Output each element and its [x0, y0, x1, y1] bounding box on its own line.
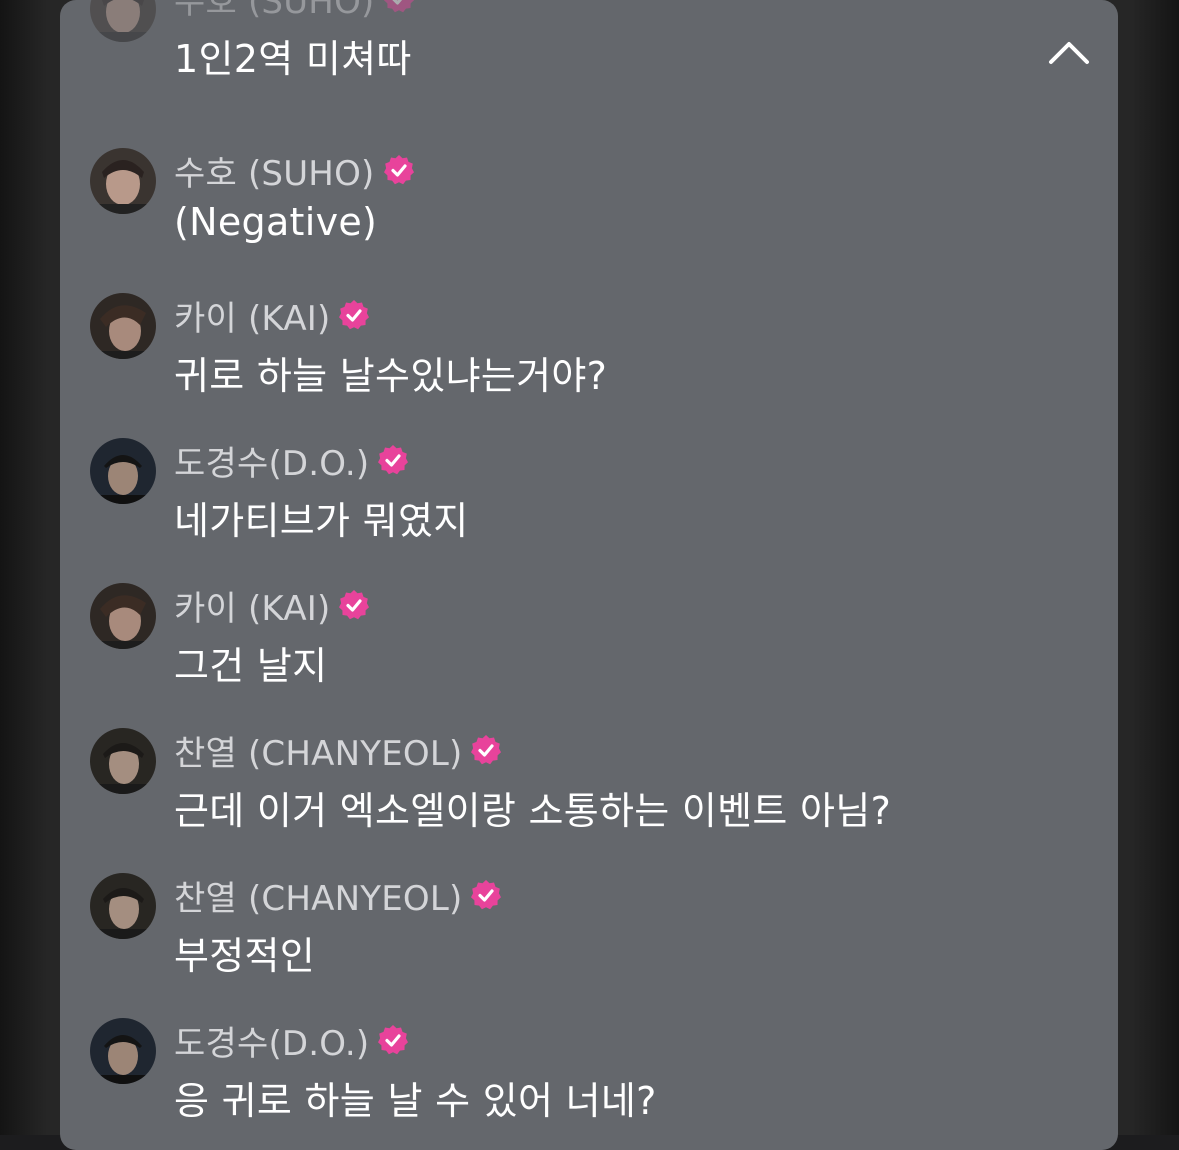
message-text: 그건 날지	[174, 644, 328, 688]
author-name[interactable]: 찬열 (CHANYEOL)	[174, 726, 462, 775]
verified-badge-icon	[339, 300, 370, 330]
verified-badge-icon	[471, 735, 502, 765]
message-text: 근데 이거 엑소엘이랑 소통하는 이벤트 아님?	[174, 789, 892, 833]
author-name[interactable]: 카이 (KAI)	[174, 291, 330, 340]
avatar-chanyeol[interactable]	[90, 728, 156, 794]
message-text: 네가티브가 뭐였지	[174, 499, 469, 543]
chat-message: 카이 (KAI) 그건 날지	[90, 583, 1090, 723]
avatar-kai[interactable]	[90, 583, 156, 649]
avatar-chanyeol[interactable]	[90, 873, 156, 939]
chat-message: 찬열 (CHANYEOL) 부정적인	[90, 873, 1090, 1013]
message-text: 1인2역 미쳐따	[174, 37, 412, 81]
avatar-do[interactable]	[90, 1018, 156, 1084]
verified-badge-icon	[339, 590, 370, 620]
author-name[interactable]: 수호 (SUHO)	[174, 0, 375, 23]
chat-message: 도경수(D.O.) 응 귀로 하늘 날 수 있어 너네?	[90, 1018, 1090, 1150]
verified-badge-icon	[378, 445, 409, 475]
avatar-kai[interactable]	[90, 293, 156, 359]
message-text: 부정적인	[174, 934, 316, 978]
author-name[interactable]: 수호 (SUHO)	[174, 146, 375, 195]
avatar-do[interactable]	[90, 438, 156, 504]
verified-badge-icon	[471, 880, 502, 910]
verified-badge-icon	[383, 155, 414, 185]
verified-badge-icon	[378, 1025, 409, 1055]
chat-panel[interactable]: 수호 (SUHO) 1인2역 미쳐따 수호 (SUHO) (Negative) …	[60, 0, 1118, 1150]
chat-message: 카이 (KAI) 귀로 하늘 날수있냐는거야?	[90, 293, 1090, 433]
author-name[interactable]: 도경수(D.O.)	[174, 436, 369, 485]
chat-message: 도경수(D.O.) 네가티브가 뭐였지	[90, 438, 1090, 578]
chat-message: 수호 (SUHO) (Negative)	[90, 148, 1090, 288]
author-name[interactable]: 찬열 (CHANYEOL)	[174, 871, 462, 920]
verified-badge-icon	[383, 0, 414, 13]
author-name[interactable]: 도경수(D.O.)	[174, 1016, 369, 1065]
message-text: (Negative)	[174, 200, 378, 244]
message-text: 응 귀로 하늘 날 수 있어 너네?	[174, 1079, 657, 1123]
avatar-suho[interactable]	[90, 0, 156, 42]
message-text: 귀로 하늘 날수있냐는거야?	[174, 354, 608, 398]
chat-message: 수호 (SUHO) 1인2역 미쳐따	[90, 0, 1090, 116]
avatar-suho[interactable]	[90, 148, 156, 214]
author-name[interactable]: 카이 (KAI)	[174, 581, 330, 630]
chat-message: 찬열 (CHANYEOL) 근데 이거 엑소엘이랑 소통하는 이벤트 아님?	[90, 728, 1090, 868]
